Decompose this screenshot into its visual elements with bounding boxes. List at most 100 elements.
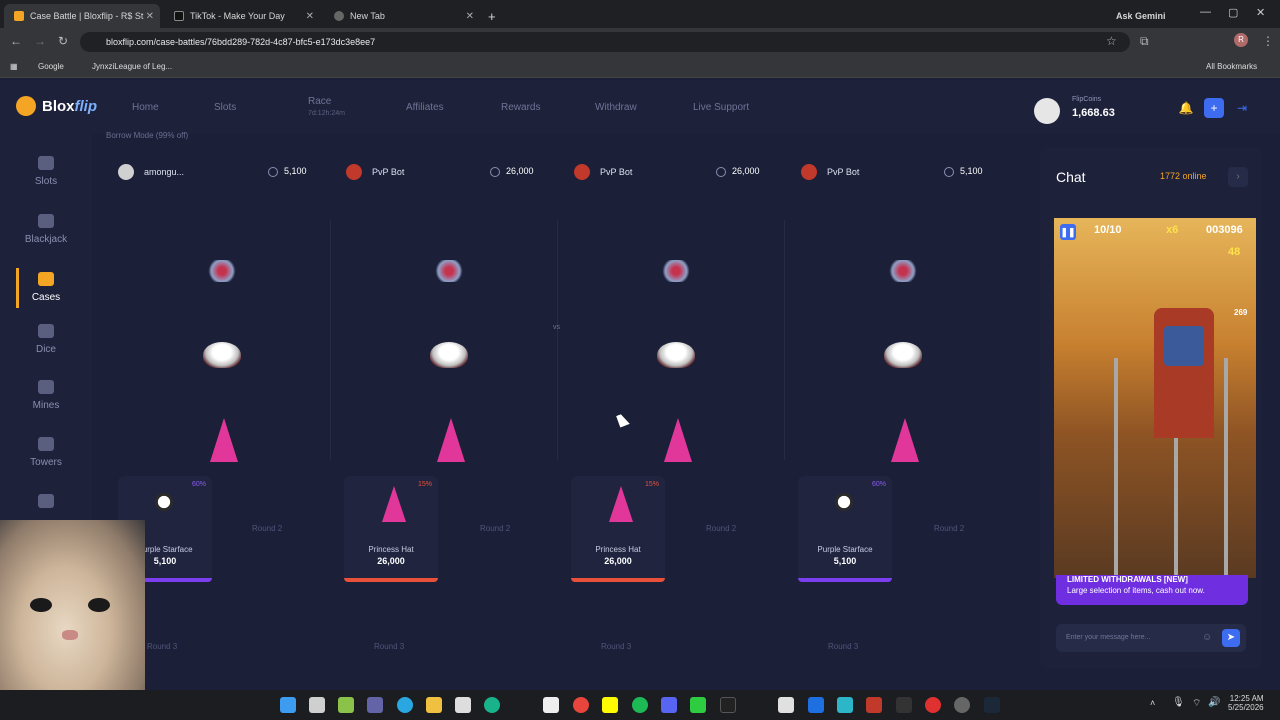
emoji-icon[interactable]: ☺ — [1202, 632, 1212, 643]
snapchat-icon[interactable] — [602, 697, 618, 713]
microphone-icon[interactable]: 🎙 — [1172, 697, 1185, 708]
chat-title: Chat — [1056, 169, 1086, 185]
logout-icon[interactable]: ⇥ — [1232, 98, 1252, 118]
nav-rewards[interactable]: Rewards — [501, 102, 540, 113]
drop-chance: 15% — [644, 481, 659, 488]
spotify-icon[interactable] — [632, 697, 648, 713]
bloxflip-logo[interactable]: Blox flip — [16, 96, 97, 116]
sidebar-item-more[interactable] — [0, 494, 92, 514]
store-icon[interactable] — [455, 697, 471, 713]
nav-slots[interactable]: Slots — [214, 102, 236, 113]
case-item-wings — [887, 260, 919, 282]
sidebar-item-dice[interactable]: Dice — [0, 324, 92, 355]
case-icon — [38, 272, 54, 286]
nav-withdraw[interactable]: Withdraw — [595, 102, 637, 113]
paint-icon[interactable] — [778, 697, 794, 713]
sidebar-item-mines[interactable]: Mines — [0, 380, 92, 411]
chat-message-input[interactable]: Enter your message here... — [1056, 624, 1246, 652]
result-card[interactable]: 15% Princess Hat 26,000 — [344, 476, 438, 582]
deposit-button[interactable]: + — [1204, 98, 1224, 118]
edge-icon[interactable] — [397, 697, 413, 713]
menu-icon[interactable]: ⋮ — [1262, 34, 1274, 48]
tab-tiktok[interactable]: TikTok - Make Your Day ✕ — [164, 4, 320, 28]
princess-hat-icon — [382, 486, 406, 522]
nav-race[interactable]: Race — [308, 96, 331, 107]
close-tab-icon[interactable]: ✕ — [146, 11, 154, 22]
close-tab-icon[interactable]: ✕ — [466, 11, 474, 22]
sidebar-item-blackjack[interactable]: Blackjack — [0, 214, 92, 245]
nav-home[interactable]: Home — [132, 102, 159, 113]
volume-icon[interactable]: 🔊 — [1208, 697, 1220, 708]
user-avatar[interactable] — [1034, 98, 1060, 124]
item-name: Purple Starface — [817, 545, 873, 554]
apps-icon[interactable]: ▦ — [10, 62, 18, 71]
chrome-icon[interactable] — [573, 697, 589, 713]
vpn-icon[interactable] — [837, 697, 853, 713]
reload-icon[interactable]: ↻ — [58, 34, 68, 48]
tab-new[interactable]: New Tab ✕ — [324, 4, 480, 28]
epic-games-icon[interactable] — [896, 697, 912, 713]
windows-start-icon[interactable] — [280, 697, 296, 713]
minimize-icon[interactable]: — — [1200, 6, 1211, 18]
case-item-fedora — [203, 342, 241, 368]
sidebar-item-slots[interactable]: Slots — [0, 156, 92, 187]
input-placeholder: Enter your message here... — [1066, 634, 1151, 641]
notepad-icon[interactable] — [543, 697, 559, 713]
nav-affiliates[interactable]: Affiliates — [406, 102, 444, 113]
online-count: 1772 online — [1160, 171, 1207, 181]
back-icon[interactable]: ← — [10, 34, 22, 48]
tab-title: Case Battle | Bloxflip - R$ St — [30, 11, 144, 21]
gameplay-video[interactable]: ❚❚ 10/10 x6 003096 48 269 — [1054, 218, 1256, 578]
terminal-icon[interactable] — [720, 697, 736, 713]
promo-banner[interactable]: LIMITED WITHDRAWALS [NEW] Large selectio… — [1056, 575, 1248, 605]
wifi-icon[interactable]: ⌔ — [1192, 697, 1201, 710]
send-button[interactable]: ➤ — [1222, 629, 1240, 647]
browser-icon[interactable] — [484, 697, 500, 713]
sidebar-item-towers[interactable]: Towers — [0, 437, 92, 468]
bookmark-google[interactable]: Google — [38, 62, 64, 71]
sidebar-item-label: Dice — [35, 344, 56, 355]
forward-icon[interactable]: → — [34, 34, 46, 48]
chevron-right-icon[interactable]: › — [1228, 167, 1248, 187]
column-divider — [330, 220, 331, 460]
bell-icon[interactable]: 🔔 — [1176, 98, 1196, 118]
send-icon: ➤ — [1226, 632, 1236, 643]
player-value: 5,100 — [268, 166, 307, 177]
result-card[interactable]: 60% Purple Starface 5,100 — [798, 476, 892, 582]
bookmark-jynxzi[interactable]: JynxziLeague of Leg... — [92, 62, 172, 71]
settings-icon[interactable] — [954, 697, 970, 713]
nav-live-support[interactable]: Live Support — [693, 102, 749, 113]
taskbar-clock[interactable]: 12:25 AM 5/25/2026 — [1228, 694, 1264, 712]
app-icon[interactable] — [808, 697, 824, 713]
close-window-icon[interactable]: ✕ — [1256, 6, 1265, 19]
tab-bloxflip[interactable]: Case Battle | Bloxflip - R$ St ✕ — [4, 4, 160, 28]
bookmark-star-icon[interactable]: ☆ — [1106, 34, 1117, 48]
search-icon[interactable] — [309, 697, 325, 713]
close-tab-icon[interactable]: ✕ — [306, 11, 314, 22]
maximize-icon[interactable]: ▢ — [1228, 6, 1238, 19]
steam-icon[interactable] — [984, 697, 1000, 713]
tray-chevron-up-icon[interactable]: ˄ — [1150, 698, 1155, 708]
profile-avatar[interactable]: R — [1234, 33, 1248, 47]
player-slot-3: PvP Bot — [574, 158, 632, 186]
recording-icon[interactable] — [925, 697, 941, 713]
new-tab-button[interactable]: + — [484, 4, 504, 28]
slots-icon — [38, 156, 54, 170]
sidebar-item-cases[interactable]: Cases — [0, 272, 92, 303]
bot-avatar — [346, 164, 362, 180]
discord-icon[interactable] — [661, 697, 677, 713]
extensions-icon[interactable]: ⧉ — [1140, 34, 1149, 49]
ask-gemini-button[interactable]: Ask Gemini — [1106, 4, 1176, 28]
game-icon[interactable] — [866, 697, 882, 713]
file-explorer-icon[interactable] — [426, 697, 442, 713]
app-icon[interactable] — [690, 697, 706, 713]
rarity-bar — [571, 578, 665, 582]
globe-icon — [334, 11, 344, 21]
url-field[interactable]: bloxflip.com/case-battles/76bdd289-782d-… — [80, 32, 1130, 52]
all-bookmarks[interactable]: All Bookmarks — [1206, 62, 1257, 71]
flipcoins-label[interactable]: FlipCoins — [1072, 96, 1101, 103]
pause-icon[interactable]: ❚❚ — [1060, 224, 1076, 240]
teams-icon[interactable] — [367, 697, 383, 713]
copilot-icon[interactable] — [338, 697, 354, 713]
result-card[interactable]: 15% Princess Hat 26,000 — [571, 476, 665, 582]
